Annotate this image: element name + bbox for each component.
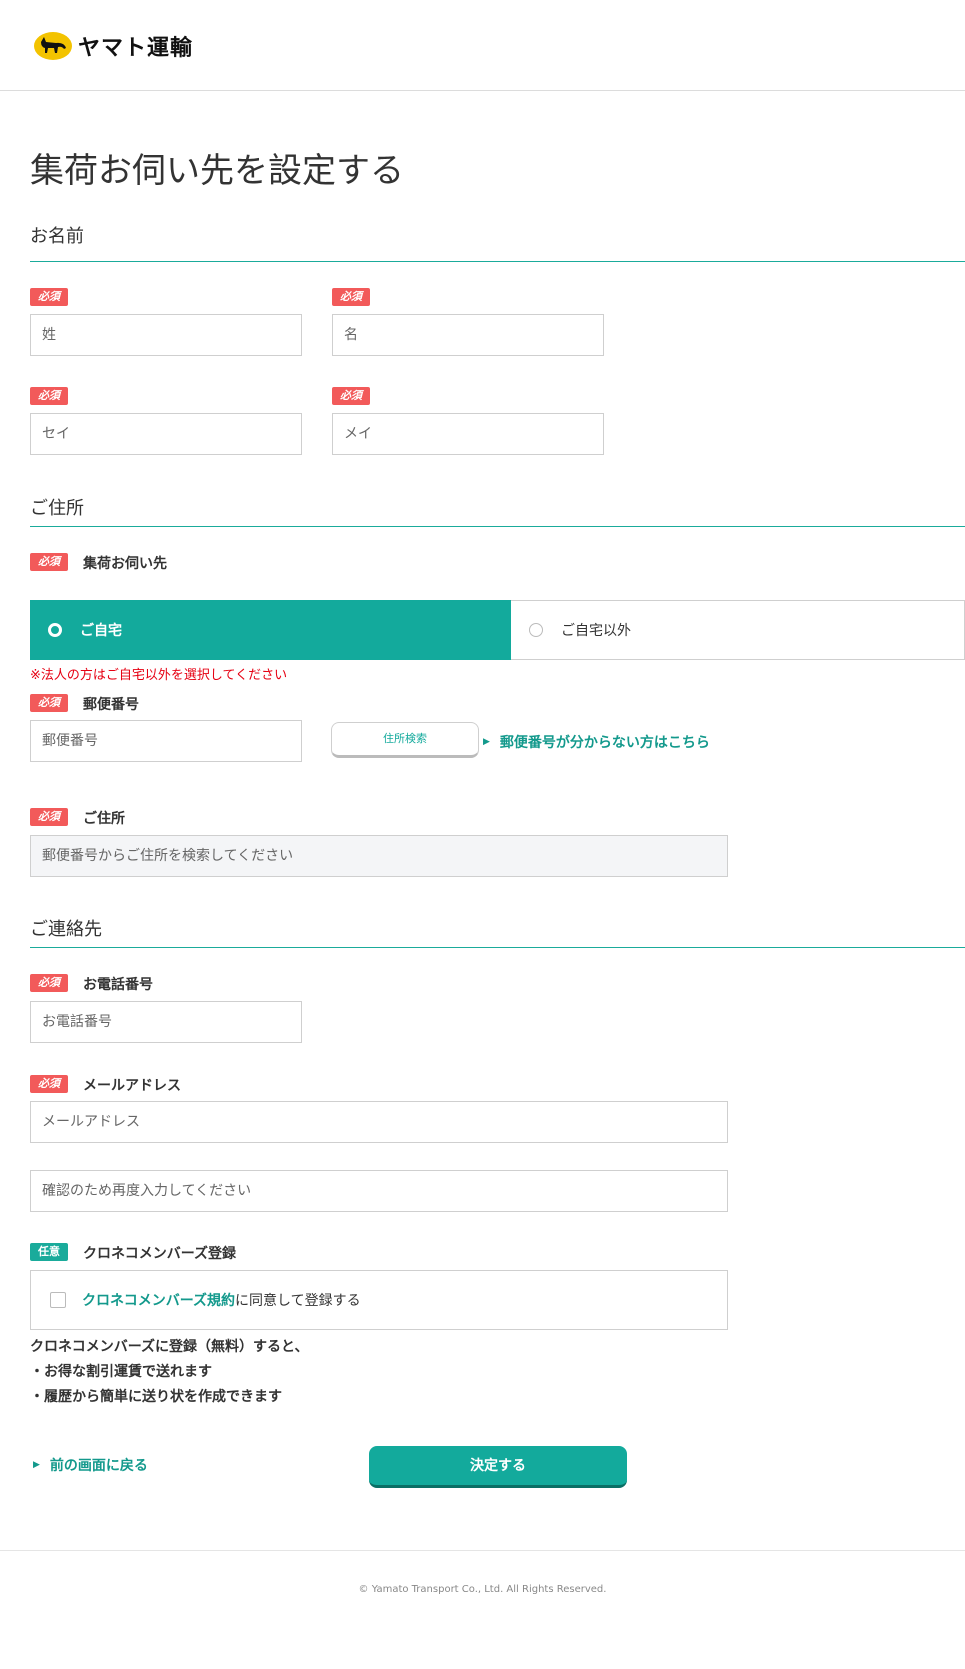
membership-benefit-item: ・履歴から簡単に送り状を作成できます	[30, 1389, 282, 1405]
address-input: 郵便番号からご住所を検索してください	[30, 835, 728, 877]
membership-consent-text: に同意して登録する	[235, 1293, 361, 1309]
radio-option-label: ご自宅以外	[561, 623, 631, 639]
membership-checkbox[interactable]	[50, 1292, 66, 1308]
postal-code-label: 郵便番号	[83, 697, 139, 713]
postal-help-link-text: 郵便番号が分からない方はこちら	[499, 735, 710, 751]
page-title: 集荷お伺い先を設定する	[30, 151, 404, 191]
email-confirm-input[interactable]: 確認のため再度入力してください	[30, 1170, 728, 1212]
membership-checkbox-row[interactable]: クロネコメンバーズ規約 に同意して登録する	[30, 1270, 728, 1330]
required-badge: 必須	[30, 808, 68, 826]
membership-benefit-item: ・お得な割引運賃で送れます	[30, 1364, 212, 1380]
back-link-text: 前の画面に戻る	[49, 1458, 148, 1474]
section-title-contact: ご連絡先	[30, 919, 102, 940]
required-badge: 必須	[332, 387, 370, 405]
section-divider	[30, 947, 965, 948]
corporate-note: ※法人の方はご自宅以外を選択してください	[30, 668, 288, 683]
submit-button[interactable]: 決定する	[369, 1446, 627, 1488]
pickup-location-radio-group: ご自宅 ご自宅以外	[30, 600, 965, 660]
email-input[interactable]: メールアドレス	[30, 1101, 728, 1143]
postal-help-link[interactable]: ▶ 郵便番号が分からない方はこちら	[483, 732, 710, 752]
membership-terms-link[interactable]: クロネコメンバーズ規約	[82, 1290, 235, 1310]
radio-option-other[interactable]: ご自宅以外	[511, 600, 965, 660]
footer-divider	[0, 1550, 965, 1551]
required-badge: 必須	[30, 1075, 68, 1093]
logo[interactable]: ヤマト運輸	[34, 30, 193, 62]
radio-selected-icon	[48, 623, 62, 637]
phone-label: お電話番号	[83, 977, 153, 993]
required-badge: 必須	[30, 288, 68, 306]
address-search-button[interactable]: 住所検索	[331, 722, 479, 758]
phone-input[interactable]: お電話番号	[30, 1001, 302, 1043]
postal-code-input[interactable]: 郵便番号	[30, 720, 302, 762]
section-divider	[30, 261, 965, 262]
first-name-kana-input[interactable]: メイ	[332, 413, 604, 455]
required-badge: 必須	[30, 387, 68, 405]
section-divider	[30, 526, 965, 527]
radio-option-label: ご自宅	[80, 623, 122, 639]
site-header: ヤマト運輸	[0, 0, 965, 91]
radio-option-home[interactable]: ご自宅	[30, 600, 511, 660]
pickup-location-label: 集荷お伺い先	[83, 556, 167, 572]
required-badge: 必須	[332, 288, 370, 306]
section-title-address: ご住所	[30, 498, 84, 519]
membership-benefits-intro: クロネコメンバーズに登録（無料）すると、	[30, 1339, 309, 1355]
section-title-name: お名前	[30, 226, 84, 247]
triangle-right-icon: ▶	[33, 1460, 40, 1470]
email-label: メールアドレス	[83, 1078, 181, 1094]
triangle-right-icon: ▶	[483, 737, 490, 747]
copyright: © Yamato Transport Co., Ltd. All Rights …	[358, 1584, 607, 1595]
membership-label: クロネコメンバーズ登録	[83, 1246, 237, 1262]
required-badge: 必須	[30, 974, 68, 992]
back-link[interactable]: ▶ 前の画面に戻る	[33, 1455, 148, 1475]
last-name-input[interactable]: 姓	[30, 314, 302, 356]
address-label: ご住所	[83, 811, 125, 827]
required-badge: 必須	[30, 553, 68, 571]
radio-unselected-icon	[529, 623, 543, 637]
first-name-input[interactable]: 名	[332, 314, 604, 356]
logo-text: ヤマト運輸	[78, 36, 194, 61]
last-name-kana-input[interactable]: セイ	[30, 413, 302, 455]
required-badge: 必須	[30, 694, 68, 712]
optional-badge: 任意	[30, 1243, 68, 1261]
black-cat-icon	[34, 32, 72, 60]
